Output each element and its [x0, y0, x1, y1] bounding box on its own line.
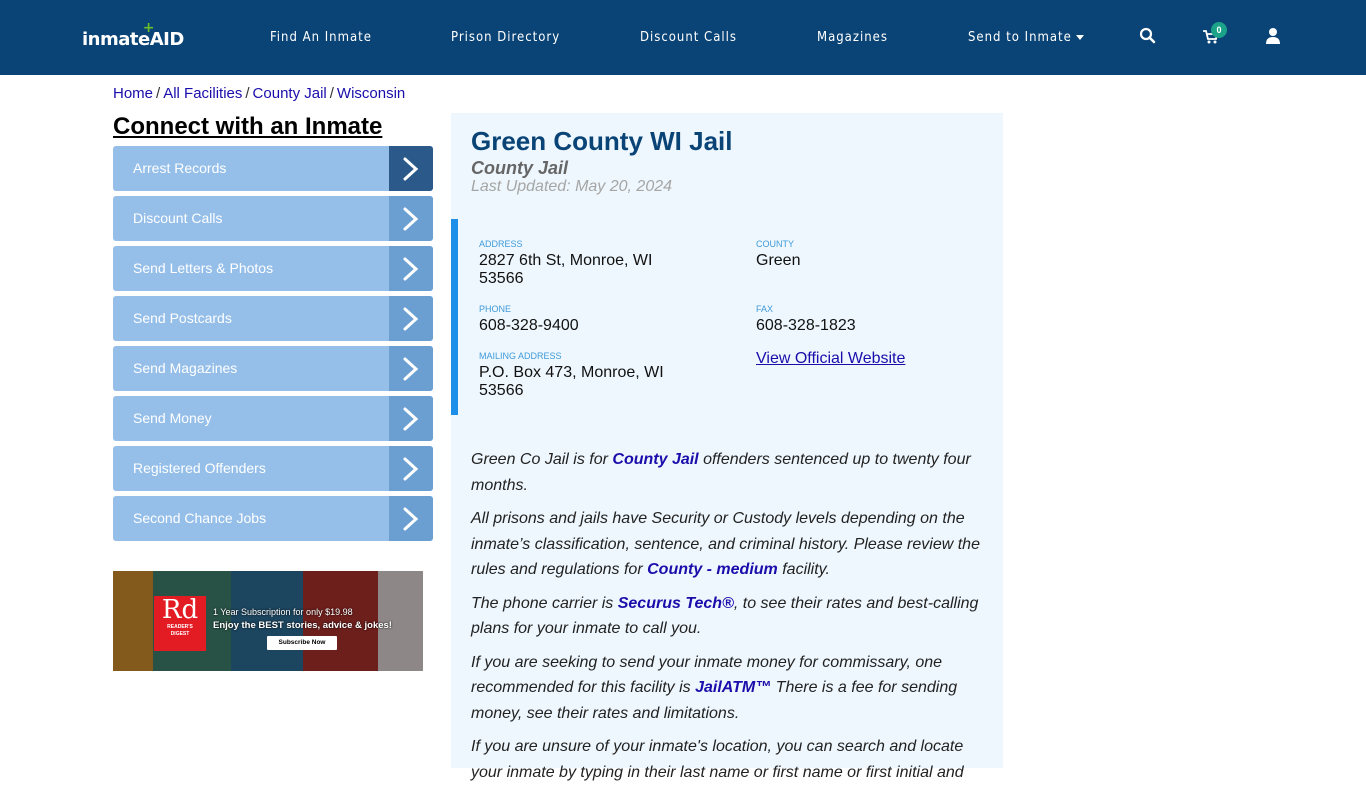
sidebar-title: Connect with an Inmate	[113, 113, 383, 140]
mailing-address-value: P.O. Box 473, Monroe, WI 53566	[479, 364, 664, 399]
facility-info-card: ADDRESS 2827 6th St, Monroe, WI 53566 CO…	[451, 219, 1003, 415]
securus-tech-link[interactable]: Securus Tech®	[618, 595, 734, 612]
sidebar-item-send-money[interactable]: Send Money	[113, 396, 433, 441]
caret-down-icon	[1075, 35, 1084, 40]
view-official-website-link[interactable]: View Official Website	[756, 350, 905, 368]
address-value: 2827 6th St, Monroe, WI 53566	[479, 252, 653, 287]
inmateaid-logo[interactable]: inmate + AID	[82, 20, 184, 50]
chevron-right-icon	[389, 246, 433, 291]
breadcrumb-home[interactable]: Home	[113, 85, 153, 102]
nav-send-to-inmate[interactable]: Send to Inmate	[968, 30, 1084, 45]
description-paragraph: If you are unsure of your inmate's locat…	[471, 738, 964, 781]
mailing-address-label: MAILING ADDRESS	[479, 351, 562, 361]
chevron-right-icon	[389, 296, 433, 341]
chevron-right-icon	[389, 346, 433, 391]
nav-prison-directory[interactable]: Prison Directory	[451, 30, 560, 45]
nav-discount-calls[interactable]: Discount Calls	[640, 30, 737, 45]
jailatm-link[interactable]: JailATM™	[695, 679, 771, 696]
sidebar-menu: Arrest Records Discount Calls Send Lette…	[113, 146, 433, 546]
readers-digest-logo: Rd READER'S DIGEST	[154, 596, 206, 651]
nav-magazines[interactable]: Magazines	[817, 30, 888, 45]
sidebar-item-send-postcards[interactable]: Send Postcards	[113, 296, 433, 341]
phone-label: PHONE	[479, 304, 512, 314]
breadcrumb-wisconsin[interactable]: Wisconsin	[337, 85, 405, 102]
description-paragraph: Green Co Jail is for County Jail offende…	[471, 451, 971, 494]
facility-type: County Jail	[471, 158, 569, 178]
account-button[interactable]	[1263, 26, 1285, 48]
facility-panel: Green County WI Jail County Jail Last Up…	[451, 113, 1003, 781]
top-navbar: inmate + AID Find An Inmate Prison Direct…	[0, 0, 1366, 75]
breadcrumb: Home / All Facilities / County Jail / Wisconsi…	[113, 85, 406, 102]
county-value: Green	[756, 252, 801, 269]
breadcrumb-all-facilities[interactable]: All Facilities	[163, 85, 242, 102]
search-button[interactable]	[1138, 26, 1160, 48]
sidebar-item-send-magazines[interactable]: Send Magazines	[113, 346, 433, 391]
sidebar-item-registered-offenders[interactable]: Registered Offenders	[113, 446, 433, 491]
last-updated: Last Updated: May 20, 2024	[471, 178, 673, 195]
phone-value: 608-328-9400	[479, 317, 579, 334]
readers-digest-ad-banner[interactable]: Rd READER'S DIGEST 1 Year Subscription f…	[113, 571, 423, 671]
cart-count-badge: 0	[1211, 22, 1227, 38]
county-label: COUNTY	[756, 239, 794, 249]
fax-value: 608-328-1823	[756, 317, 856, 334]
subscribe-now-button[interactable]: Subscribe Now	[267, 636, 337, 650]
facility-description: Green Co Jail is for County Jail offende…	[471, 447, 986, 793]
county-medium-link[interactable]: County - medium	[647, 561, 778, 578]
description-paragraph: The phone carrier is Securus Tech®, to s…	[471, 594, 979, 638]
chevron-right-icon	[389, 196, 433, 241]
nav-find-an-inmate[interactable]: Find An Inmate	[270, 30, 372, 45]
county-jail-link[interactable]: County Jail	[612, 451, 698, 468]
breadcrumb-county-jail[interactable]: County Jail	[253, 85, 327, 102]
chevron-right-icon	[389, 396, 433, 441]
sidebar-item-second-chance-jobs[interactable]: Second Chance Jobs	[113, 496, 433, 541]
chevron-right-icon	[389, 496, 433, 541]
chevron-right-icon	[389, 146, 433, 191]
description-paragraph: All prisons and jails have Security or C…	[471, 510, 980, 578]
sidebar-item-arrest-records[interactable]: Arrest Records	[113, 146, 433, 191]
address-label: ADDRESS	[479, 239, 523, 249]
chevron-right-icon	[389, 446, 433, 491]
facility-title: Green County WI Jail	[471, 126, 733, 156]
plus-icon: +	[142, 20, 155, 36]
description-paragraph: If you are seeking to send your inmate m…	[471, 653, 958, 722]
user-icon	[1266, 28, 1280, 44]
ad-tagline: Enjoy the BEST stories, advice & jokes!	[213, 620, 392, 631]
fax-label: FAX	[756, 304, 774, 314]
sidebar-item-discount-calls[interactable]: Discount Calls	[113, 196, 433, 241]
ad-offer-text: 1 Year Subscription for only $19.98	[213, 607, 353, 617]
search-icon	[1139, 27, 1156, 44]
sidebar-item-send-letters-photos[interactable]: Send Letters & Photos	[113, 246, 433, 291]
